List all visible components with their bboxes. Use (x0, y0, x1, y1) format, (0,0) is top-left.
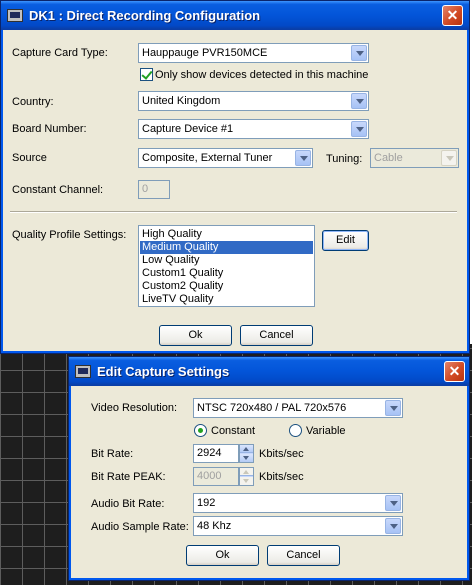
title-bar[interactable]: Edit Capture Settings ✕ (69, 357, 469, 386)
list-item[interactable]: High Quality (140, 228, 313, 241)
chevron-down-icon[interactable] (351, 93, 367, 109)
only-detected-checkbox[interactable] (140, 68, 153, 81)
video-resolution-select[interactable]: NTSC 720x480 / PAL 720x576 (193, 398, 403, 418)
chevron-down-icon[interactable] (351, 121, 367, 137)
list-item[interactable]: Custom2 Quality (140, 280, 313, 293)
close-icon[interactable]: ✕ (442, 5, 463, 26)
chevron-down-icon[interactable] (385, 518, 401, 534)
quality-profile-label: Quality Profile Settings: (12, 229, 127, 241)
capture-card-select[interactable]: Hauppauge PVR150MCE (138, 43, 369, 63)
audio-bit-rate-select[interactable]: 192 (193, 493, 403, 513)
ok-button[interactable]: Ok (159, 325, 232, 346)
bit-rate-unit: Kbits/sec (259, 448, 304, 460)
constant-channel-input: 0 (138, 180, 170, 199)
constant-radio[interactable] (194, 424, 207, 437)
constant-channel-label: Constant Channel: (12, 184, 104, 196)
source-select[interactable]: Composite, External Tuner (138, 148, 313, 168)
audio-bit-rate-label: Audio Bit Rate: (91, 498, 165, 510)
video-resolution-value: NTSC 720x480 / PAL 720x576 (197, 402, 347, 414)
spin-up-icon[interactable] (240, 445, 253, 453)
direct-recording-dialog: DK1 : Direct Recording Configuration ✕ C… (0, 0, 470, 354)
list-item-selected[interactable]: Medium Quality (140, 241, 313, 254)
board-number-value: Capture Device #1 (142, 123, 234, 135)
tuning-label: Tuning: (326, 153, 363, 165)
tuning-select: Cable (370, 148, 459, 168)
bit-rate-input[interactable]: 2924 (193, 444, 239, 463)
edit-button[interactable]: Edit (322, 230, 369, 251)
quality-profile-list[interactable]: High Quality Medium Quality Low Quality … (138, 225, 315, 307)
dialog-title: DK1 : Direct Recording Configuration (29, 8, 261, 23)
monitor-icon (7, 9, 23, 22)
bit-rate-spinner[interactable] (239, 444, 254, 463)
list-item[interactable]: LiveTV Quality (140, 293, 313, 306)
spin-up-icon (240, 468, 253, 476)
bit-rate-peak-input: 4000 (193, 467, 239, 486)
audio-sample-rate-select[interactable]: 48 Khz (193, 516, 403, 536)
video-resolution-label: Video Resolution: (91, 402, 178, 414)
dialog-title: Edit Capture Settings (97, 364, 230, 379)
audio-sample-rate-label: Audio Sample Rate: (91, 521, 189, 533)
variable-radio-label[interactable]: Variable (306, 425, 346, 437)
source-label: Source (12, 152, 47, 164)
board-number-select[interactable]: Capture Device #1 (138, 119, 369, 139)
spin-down-icon[interactable] (240, 454, 253, 462)
chevron-down-icon (441, 150, 457, 166)
bit-rate-peak-unit: Kbits/sec (259, 471, 304, 483)
tuning-value: Cable (374, 152, 403, 164)
bit-rate-peak-label: Bit Rate PEAK: (91, 471, 166, 483)
separator (10, 211, 457, 213)
capture-card-label: Capture Card Type: (12, 47, 108, 59)
audio-bit-rate-value: 192 (197, 497, 216, 509)
chevron-down-icon[interactable] (295, 150, 311, 166)
cancel-button[interactable]: Cancel (240, 325, 313, 346)
capture-card-value: Hauppauge PVR150MCE (142, 47, 268, 59)
chevron-down-icon[interactable] (385, 400, 401, 416)
list-item[interactable]: Custom1 Quality (140, 267, 313, 280)
audio-sample-rate-value: 48 Khz (197, 520, 232, 532)
spin-down-icon (240, 477, 253, 485)
variable-radio[interactable] (289, 424, 302, 437)
ok-button[interactable]: Ok (186, 545, 259, 566)
title-bar[interactable]: DK1 : Direct Recording Configuration ✕ (1, 1, 469, 30)
edit-capture-settings-dialog: Edit Capture Settings ✕ Video Resolution… (68, 356, 470, 581)
chevron-down-icon[interactable] (385, 495, 401, 511)
list-item[interactable]: Low Quality (140, 254, 313, 267)
source-value: Composite, External Tuner (142, 152, 273, 164)
bit-rate-label: Bit Rate: (91, 448, 134, 460)
close-icon[interactable]: ✕ (444, 361, 465, 382)
monitor-icon (75, 365, 91, 378)
cancel-button[interactable]: Cancel (267, 545, 340, 566)
only-detected-label[interactable]: Only show devices detected in this machi… (155, 69, 368, 81)
chevron-down-icon[interactable] (351, 45, 367, 61)
constant-radio-label[interactable]: Constant (211, 425, 255, 437)
country-select[interactable]: United Kingdom (138, 91, 369, 111)
country-value: United Kingdom (142, 95, 221, 107)
board-number-label: Board Number: (12, 123, 87, 135)
country-label: Country: (12, 96, 54, 108)
bit-rate-peak-spinner (239, 467, 254, 486)
